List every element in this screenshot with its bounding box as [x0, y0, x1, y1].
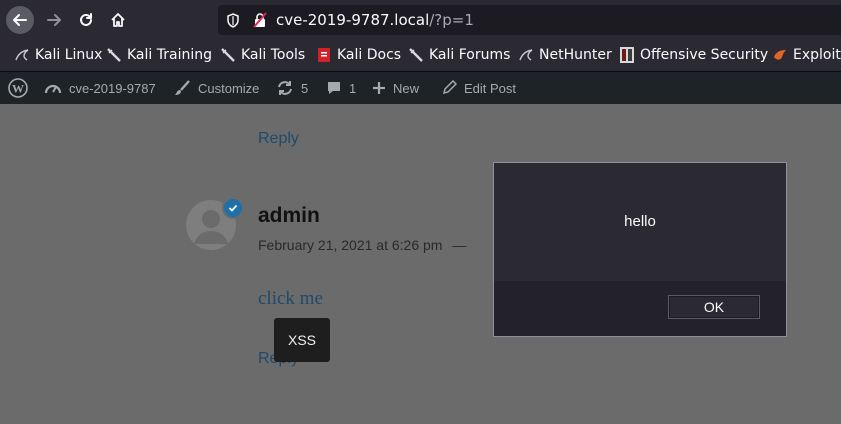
- comment-icon: [328, 82, 340, 94]
- dashboard-icon: [44, 84, 62, 94]
- home-icon: [111, 13, 125, 27]
- insecure-lock-icon[interactable]: [252, 12, 268, 28]
- wordpress-logo-icon: W: [8, 78, 28, 98]
- click-me-link[interactable]: click me: [258, 288, 323, 310]
- dialog-footer: OK: [494, 281, 786, 336]
- kali-docs-icon: [316, 47, 332, 63]
- exploit-db-icon: [772, 47, 788, 63]
- reply-link[interactable]: Reply: [258, 130, 299, 148]
- adminbar-customize[interactable]: Customize: [174, 72, 259, 104]
- forward-icon: [47, 14, 61, 26]
- pencil-icon: [442, 80, 457, 95]
- bookmark-kali-docs[interactable]: Kali Docs: [316, 47, 401, 63]
- reload-icon: [80, 13, 92, 26]
- back-button[interactable]: [6, 6, 34, 34]
- meta-separator: —: [452, 237, 467, 253]
- url-host: cve-2019-9787.local: [276, 11, 430, 29]
- comment-meta: February 21, 2021 at 6:26 pm —: [258, 237, 466, 253]
- alert-message: hello: [624, 213, 656, 230]
- svg-text:W: W: [12, 82, 24, 96]
- bookmark-offensive-security[interactable]: Offensive Security: [619, 47, 768, 63]
- reload-button[interactable]: [72, 6, 100, 34]
- home-button[interactable]: [104, 6, 132, 34]
- kali-sword-icon: [408, 47, 424, 63]
- shield-icon[interactable]: [226, 13, 240, 28]
- bookmarks-bar: Kali Linux Kali Training Kali Tools Kali…: [0, 40, 841, 72]
- browser-toolbar: cve-2019-9787.local/?p=1: [0, 0, 841, 40]
- url-bar[interactable]: cve-2019-9787.local/?p=1: [218, 5, 841, 35]
- adminbar-updates[interactable]: 5: [276, 72, 308, 104]
- updates-icon: [278, 81, 292, 95]
- offsec-icon: [619, 47, 635, 63]
- adminbar-new[interactable]: New: [372, 72, 419, 104]
- adminbar-edit-post[interactable]: Edit Post: [441, 72, 516, 104]
- paintbrush-icon: [175, 79, 190, 95]
- back-icon: [13, 14, 27, 26]
- plus-icon: [373, 82, 385, 94]
- alert-dialog: hello OK: [493, 162, 787, 337]
- bookmark-exploit-db[interactable]: Exploit-: [772, 47, 841, 63]
- wp-logo-button[interactable]: W: [8, 72, 35, 104]
- kali-dragon-icon: [14, 47, 30, 63]
- comment-author[interactable]: admin: [258, 204, 320, 228]
- xss-button[interactable]: XSS: [274, 318, 330, 362]
- verified-badge-icon: [222, 197, 244, 219]
- bookmark-kali-training[interactable]: Kali Training: [106, 47, 212, 63]
- bookmark-kali-tools[interactable]: Kali Tools: [220, 47, 305, 63]
- adminbar-comments[interactable]: 1: [326, 72, 356, 104]
- url-path: /?p=1: [429, 11, 474, 29]
- comment-date[interactable]: February 21, 2021 at 6:26 pm: [258, 237, 442, 253]
- kali-sword-icon: [220, 47, 236, 63]
- forward-button[interactable]: [40, 6, 68, 34]
- bookmark-kali-linux[interactable]: Kali Linux: [14, 47, 102, 63]
- url-text[interactable]: cve-2019-9787.local/?p=1: [276, 11, 474, 29]
- bookmark-kali-forums[interactable]: Kali Forums: [408, 47, 510, 63]
- wp-admin-bar: W cve-2019-9787 Customize 5 1 New Edit P…: [0, 72, 841, 104]
- adminbar-site-link[interactable]: cve-2019-9787: [44, 72, 156, 104]
- ok-button[interactable]: OK: [668, 295, 760, 319]
- bookmark-nethunter[interactable]: NetHunter: [518, 47, 612, 63]
- kali-dragon-icon: [518, 47, 534, 63]
- kali-sword-icon: [106, 47, 122, 63]
